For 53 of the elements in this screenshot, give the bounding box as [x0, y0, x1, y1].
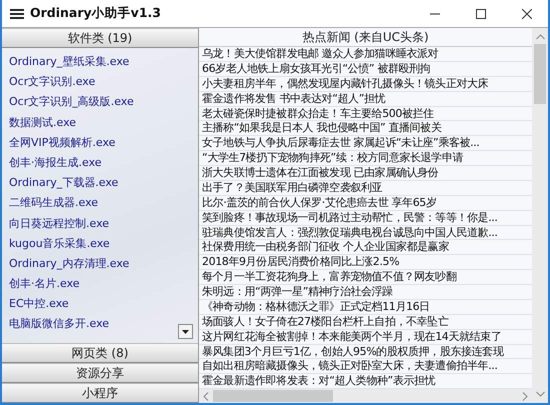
news-item[interactable]: 暴风集团3个月巨亏1亿，创始人95%的股权质押，股东接连套现 — [199, 344, 532, 360]
news-item[interactable]: 老太碰瓷保时捷被群众抬走！车主要给500被拦住 — [199, 106, 532, 122]
scroll-up-icon[interactable] — [536, 34, 544, 40]
news-item[interactable]: 自如出租房暗藏摄像头，镜头正对卧室大床，夫妻遭偷拍半年... — [199, 359, 532, 374]
section-header[interactable]: 资源分享 — [2, 363, 198, 383]
news-item[interactable]: 比尔·盖茨的前合伙人保罗·艾伦患癌去世 享年65岁 — [199, 196, 532, 211]
news-item[interactable]: 主播称“如果我是日本人 我也侵略中国” 直播间被关 — [199, 121, 532, 136]
news-item[interactable]: 女子地铁与人争执后尿毒症去世 家属起诉“未让座”乘客被... — [199, 136, 532, 152]
close-icon[interactable] — [522, 8, 532, 18]
horizontal-scrollbar[interactable] — [199, 389, 532, 403]
news-item[interactable]: 这片网红花海全被割掉！本来能美两个半月，现在14天就结束了 — [199, 330, 532, 344]
software-item[interactable]: 向日葵远程控制.exe — [2, 214, 198, 234]
software-item[interactable]: kugou音乐采集.exe — [2, 234, 198, 254]
scroll-right-icon[interactable] — [522, 392, 528, 401]
news-item[interactable]: 2018年9月份居民消费价格同比上涨2.5% — [199, 255, 532, 270]
news-item[interactable]: 社保费用统一由税务部门征收 个人企业国家都是赢家 — [199, 240, 532, 256]
news-item[interactable]: “大学生7楼扔下宠物狗摔死”续：校方同意家长退学申请 — [199, 151, 532, 166]
software-item[interactable]: 全网VIP视频解析.exe — [2, 132, 198, 153]
news-item[interactable]: 出手了？美国联军用白磷弹空袭叙利亚 — [199, 180, 532, 196]
software-item[interactable]: Ordinary_壁纸采集.exe — [2, 52, 198, 72]
section-header[interactable]: 软件类 (19) — [2, 28, 198, 48]
software-item[interactable]: EC中控.exe — [2, 294, 198, 314]
news-item[interactable]: 浙大失联博士遗体在江面被发现 已由家属确认身份 — [199, 166, 532, 181]
scroll-down-icon[interactable] — [536, 391, 544, 397]
scrollbar-thumb[interactable] — [213, 390, 333, 402]
software-item[interactable]: Ordinary_内存清理.exe — [2, 254, 198, 274]
news-item[interactable]: 小夫妻租房半年，偶然发现屋内藏针孔摄像头！镜头正对大床 — [199, 76, 532, 92]
news-item[interactable]: 66岁老人地铁上扇女孩耳光引“公愤” 被群殴刑拘 — [199, 62, 532, 77]
section-header[interactable]: 网页类 (8) — [2, 343, 198, 363]
window-title: Ordinary小助手v1.3 — [30, 5, 161, 22]
software-item[interactable]: 数据测试.exe — [2, 112, 198, 133]
scroll-left-icon[interactable] — [203, 392, 209, 401]
scrollbar-thumb[interactable] — [534, 44, 546, 104]
news-item[interactable]: 朱明远：用“两弹一星”精神疗治社会浮躁 — [199, 285, 532, 300]
maximize-icon[interactable] — [476, 8, 486, 18]
news-item[interactable]: 笑到脸疼！事故现场一司机路过主动帮忙，民警：等等！你是... — [199, 210, 532, 226]
news-item[interactable]: 每个月一半工资花狗身上，富养宠物值不值？网友吵翻 — [199, 270, 532, 285]
software-item[interactable]: 电脑版微信多开.exe — [2, 314, 198, 335]
software-item[interactable]: 二维码生成器.exe — [2, 193, 198, 214]
software-item[interactable]: Ocr文字识别_高级版.exe — [2, 92, 198, 113]
news-item[interactable]: 《神奇动物：格林德沃之罪》正式定档11月16日 — [199, 300, 532, 315]
news-item[interactable]: 乌龙！美大使馆群发电邮 邀众人参加猫咪睡衣派对 — [199, 47, 532, 62]
software-item[interactable]: Ordinary_下载器.exe — [2, 173, 198, 194]
vertical-scrollbar[interactable] — [532, 28, 548, 403]
software-item[interactable]: 创丰·名片.exe — [2, 274, 198, 294]
news-item[interactable]: 驻瑞典使馆发言人：强烈敦促瑞典电视台诚恳向中国人民道歉... — [199, 226, 532, 240]
software-item[interactable]: 创丰·海报生成.exe — [2, 152, 198, 174]
news-item[interactable]: 场面骇人！女子倚在27楼阳台栏杆上自拍，不幸坠亡 — [199, 314, 532, 330]
software-item[interactable]: Ocr文字识别.exe — [2, 72, 198, 92]
news-header: 热点新闻 (来自UC头条) — [199, 28, 532, 47]
section-header[interactable]: 小程序 — [2, 383, 198, 403]
menu-icon[interactable] — [10, 8, 24, 20]
news-item[interactable]: 霍金遗作将发售 书中表达对“超人”担忧 — [199, 92, 532, 106]
